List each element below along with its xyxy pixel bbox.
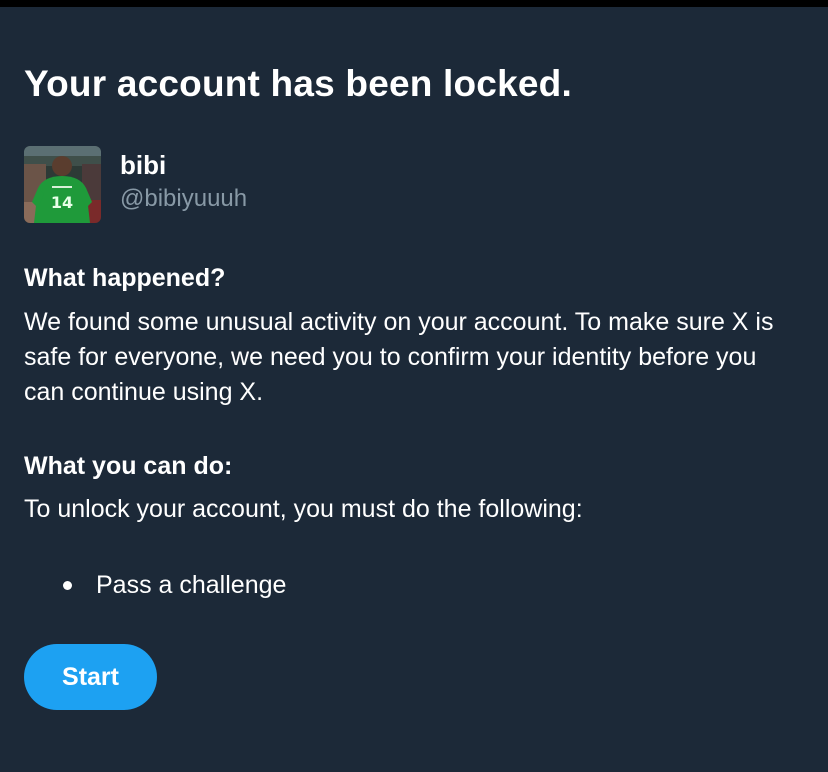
account-profile: 14 bibi @bibiyuuuh (24, 146, 524, 224)
jersey-number: 14 (51, 193, 73, 212)
avatar: 14 (24, 146, 101, 223)
what-you-can-do-text: To unlock your account, you must do the … (24, 495, 583, 523)
top-edge-strip (0, 0, 828, 7)
start-button[interactable]: Start (24, 644, 157, 710)
account-handle: @bibiyuuuh (120, 185, 248, 212)
list-item: Pass a challenge (24, 567, 286, 603)
unlock-steps-list: Pass a challenge (24, 567, 286, 603)
step-label: Pass a challenge (96, 571, 287, 599)
what-happened-text: We found some unusual activity on your a… (24, 308, 774, 406)
what-you-can-do-heading: What you can do: (24, 452, 233, 480)
what-happened-heading: What happened? (24, 264, 226, 292)
bullet-icon (63, 581, 72, 590)
page-title: Your account has been locked. (24, 63, 572, 104)
profile-photo-icon: 14 (24, 146, 101, 223)
display-name: bibi (120, 150, 167, 180)
